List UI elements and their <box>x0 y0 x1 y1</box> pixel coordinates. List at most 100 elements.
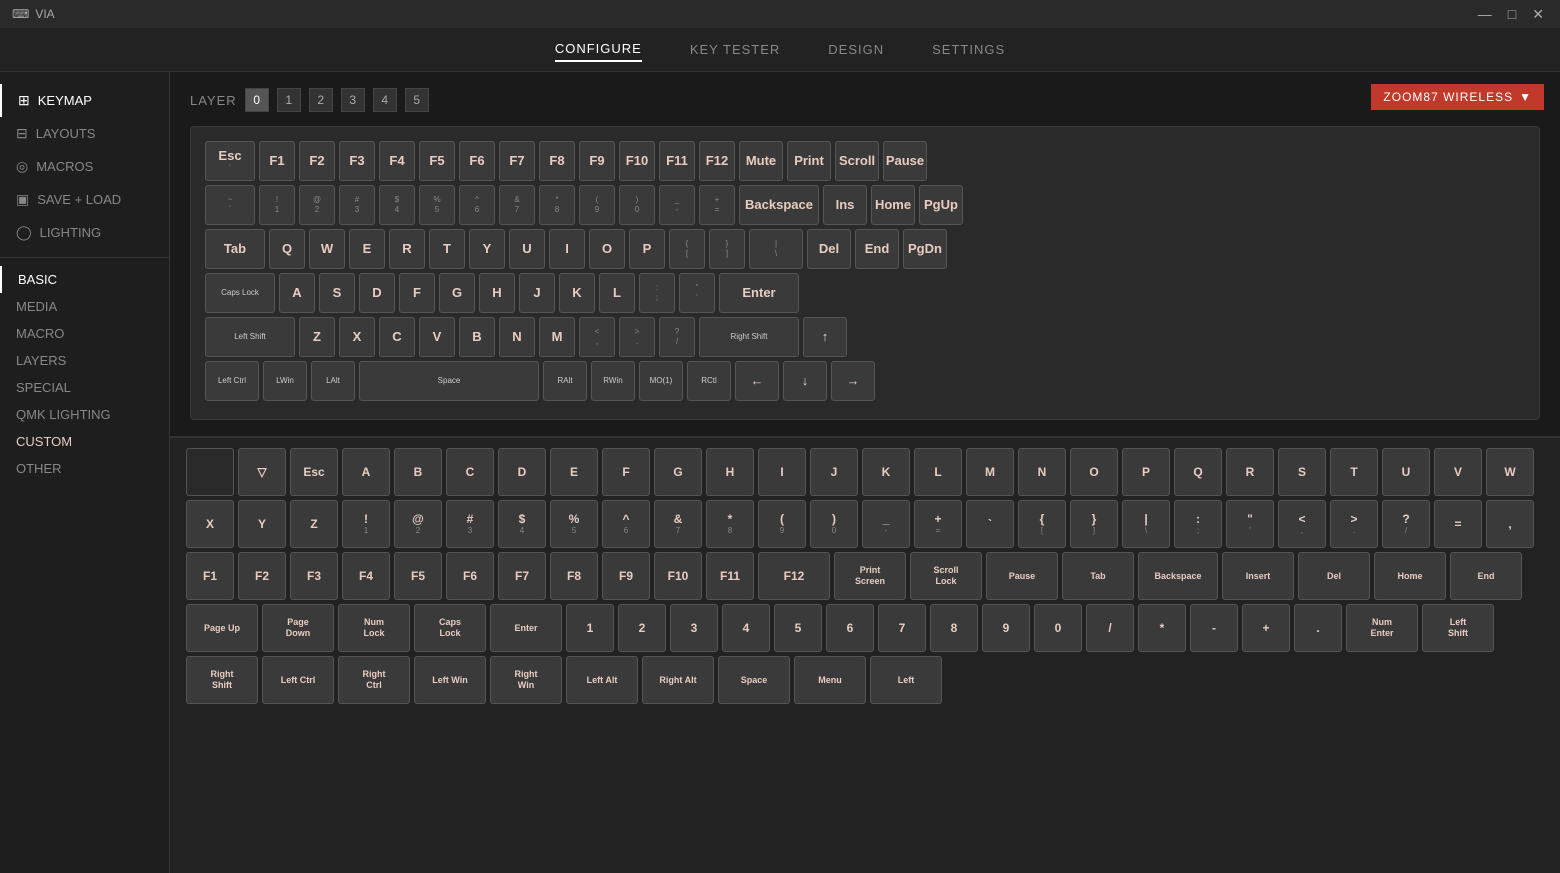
key-left-ctrl[interactable]: Left Ctrl <box>205 361 259 401</box>
key-f12[interactable]: F12 <box>699 141 735 181</box>
key-1[interactable]: !1 <box>259 185 295 225</box>
picker-key-trns[interactable]: ▽ <box>238 448 286 496</box>
picker-key-n4[interactable]: 4 <box>722 604 770 652</box>
picker-key-x[interactable]: X <box>186 500 234 548</box>
picker-key-nminus[interactable]: - <box>1190 604 1238 652</box>
key-lalt[interactable]: LAlt <box>311 361 355 401</box>
picker-key-caret[interactable]: ^6 <box>602 500 650 548</box>
picker-key-underscore[interactable]: _- <box>862 500 910 548</box>
picker-key-comma[interactable]: , <box>1486 500 1534 548</box>
layer-btn-2[interactable]: 2 <box>309 88 333 112</box>
picker-key-amp[interactable]: &7 <box>654 500 702 548</box>
picker-key-lt[interactable]: <, <box>1278 500 1326 548</box>
key-tab[interactable]: Tab <box>205 229 265 269</box>
key-f9[interactable]: F9 <box>579 141 615 181</box>
picker-key-r[interactable]: R <box>1226 448 1274 496</box>
picker-key-dollar[interactable]: $4 <box>498 500 546 548</box>
picker-key-pagedown[interactable]: PageDown <box>262 604 334 652</box>
nav-key-tester[interactable]: KEY TESTER <box>690 38 780 61</box>
picker-key-c[interactable]: C <box>446 448 494 496</box>
picker-key-n0[interactable]: 0 <box>1034 604 1082 652</box>
picker-key-t[interactable]: T <box>1330 448 1378 496</box>
picker-key-d[interactable]: D <box>498 448 546 496</box>
picker-key-pf5[interactable]: F5 <box>394 552 442 600</box>
picker-cat-qmk-lighting[interactable]: QMK LIGHTING <box>0 401 169 428</box>
key-pause[interactable]: Pause <box>883 141 927 181</box>
picker-key-w[interactable]: W <box>1486 448 1534 496</box>
key-7[interactable]: &7 <box>499 185 535 225</box>
key-del[interactable]: Del <box>807 229 851 269</box>
sidebar-item-layouts[interactable]: ⊟ LAYOUTS <box>0 117 169 150</box>
picker-key-percent[interactable]: %5 <box>550 500 598 548</box>
picker-key-exclaim[interactable]: !1 <box>342 500 390 548</box>
sidebar-item-keymap[interactable]: ⊞ KEYMAP <box>0 84 169 117</box>
picker-key-gt[interactable]: >. <box>1330 500 1378 548</box>
layer-btn-3[interactable]: 3 <box>341 88 365 112</box>
key-u[interactable]: U <box>509 229 545 269</box>
picker-key-right-shift2[interactable]: RightShift <box>186 656 258 704</box>
key-f1[interactable]: F1 <box>259 141 295 181</box>
picker-key-l[interactable]: L <box>914 448 962 496</box>
picker-key-rparen[interactable]: )0 <box>810 500 858 548</box>
picker-key-n7[interactable]: 7 <box>878 604 926 652</box>
picker-key-home2[interactable]: Home <box>1374 552 1446 600</box>
picker-key-n8[interactable]: 8 <box>930 604 978 652</box>
picker-key-qmark[interactable]: ?/ <box>1382 500 1430 548</box>
picker-key-lbrace[interactable]: {[ <box>1018 500 1066 548</box>
picker-key-pf11[interactable]: F11 <box>706 552 754 600</box>
picker-key-pf12[interactable]: F12 <box>758 552 830 600</box>
picker-key-pf2[interactable]: F2 <box>238 552 286 600</box>
key-home[interactable]: Home <box>871 185 915 225</box>
picker-key-n9[interactable]: 9 <box>982 604 1030 652</box>
key-2[interactable]: @2 <box>299 185 335 225</box>
key-slash[interactable]: ?/ <box>659 317 695 357</box>
picker-cat-macro[interactable]: MACRO <box>0 320 169 347</box>
picker-key-z[interactable]: Z <box>290 500 338 548</box>
key-4[interactable]: $4 <box>379 185 415 225</box>
key-end[interactable]: End <box>855 229 899 269</box>
key-up[interactable]: ↑ <box>803 317 847 357</box>
picker-key-plus[interactable]: += <box>914 500 962 548</box>
key-a[interactable]: A <box>279 273 315 313</box>
picker-key-u[interactable]: U <box>1382 448 1430 496</box>
picker-key-backtick[interactable]: ` <box>966 500 1014 548</box>
sidebar-item-lighting[interactable]: ◯ LIGHTING <box>0 216 169 249</box>
picker-key-at[interactable]: @2 <box>394 500 442 548</box>
picker-key-end2[interactable]: End <box>1450 552 1522 600</box>
picker-key-right-ctrl2[interactable]: RightCtrl <box>338 656 410 704</box>
key-p[interactable]: P <box>629 229 665 269</box>
picker-cat-layers[interactable]: LAYERS <box>0 347 169 374</box>
key-f2[interactable]: F2 <box>299 141 335 181</box>
picker-key-g[interactable]: G <box>654 448 702 496</box>
key-left-shift[interactable]: Left Shift <box>205 317 295 357</box>
device-selector[interactable]: ZOOM87 WIRELESS ▼ <box>1371 84 1544 110</box>
key-b[interactable]: B <box>459 317 495 357</box>
key-j[interactable]: J <box>519 273 555 313</box>
picker-key-star[interactable]: *8 <box>706 500 754 548</box>
key-x[interactable]: X <box>339 317 375 357</box>
key-ins[interactable]: Ins <box>823 185 867 225</box>
key-right[interactable]: → <box>831 361 875 401</box>
key-backspace[interactable]: Backspace <box>739 185 819 225</box>
layer-btn-0[interactable]: 0 <box>245 88 269 112</box>
picker-key-pf1[interactable]: F1 <box>186 552 234 600</box>
picker-key-pf9[interactable]: F9 <box>602 552 650 600</box>
picker-key-n2[interactable]: 2 <box>618 604 666 652</box>
picker-key-lparen[interactable]: (9 <box>758 500 806 548</box>
key-y[interactable]: Y <box>469 229 505 269</box>
picker-key-print-screen[interactable]: PrintScreen <box>834 552 906 600</box>
key-equal[interactable]: += <box>699 185 735 225</box>
picker-key-pause2[interactable]: Pause <box>986 552 1058 600</box>
key-e[interactable]: E <box>349 229 385 269</box>
key-t[interactable]: T <box>429 229 465 269</box>
picker-cat-special[interactable]: SPECIAL <box>0 374 169 401</box>
picker-key-pipe[interactable]: |\ <box>1122 500 1170 548</box>
key-f8[interactable]: F8 <box>539 141 575 181</box>
picker-key-nslash[interactable]: / <box>1086 604 1134 652</box>
key-i[interactable]: I <box>549 229 585 269</box>
picker-cat-basic[interactable]: BASIC <box>0 266 169 293</box>
picker-key-h[interactable]: H <box>706 448 754 496</box>
key-c[interactable]: C <box>379 317 415 357</box>
picker-key-capslock[interactable]: CapsLock <box>414 604 486 652</box>
picker-key-menu2[interactable]: Menu <box>794 656 866 704</box>
